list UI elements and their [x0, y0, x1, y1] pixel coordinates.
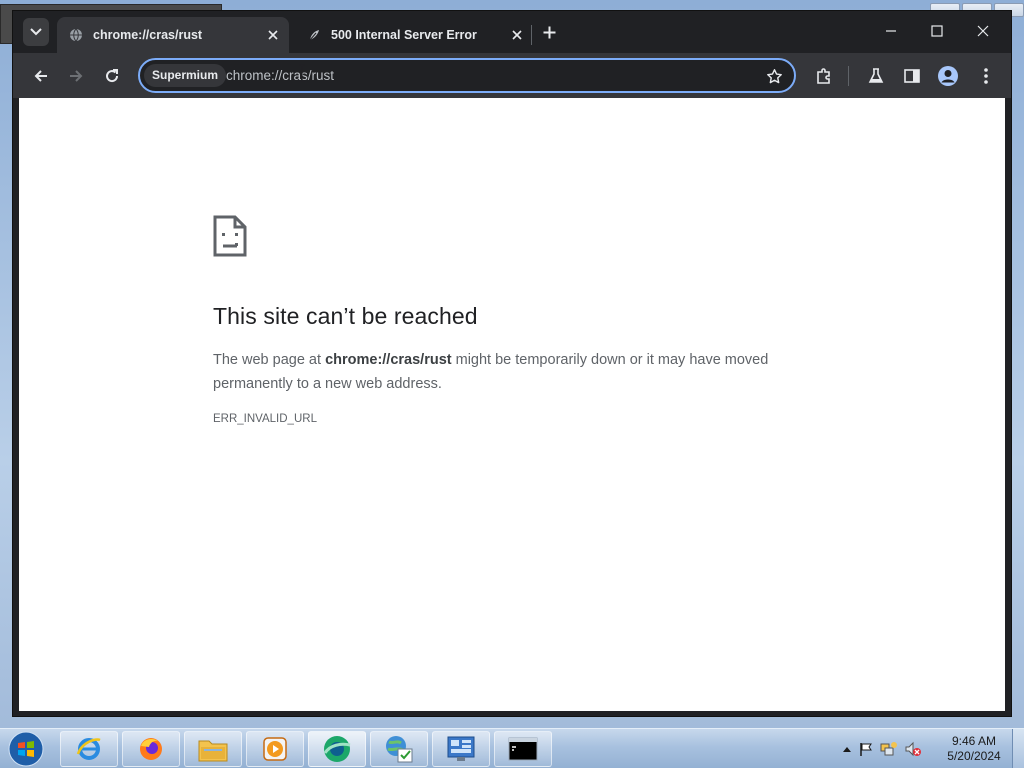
clock-time: 9:46 AM — [951, 734, 997, 748]
control-panel-icon — [447, 736, 475, 761]
bookmark-star-button[interactable] — [764, 66, 784, 86]
action-center-flag-icon[interactable] — [858, 741, 874, 757]
volume-muted-icon[interactable] — [904, 741, 922, 757]
reload-icon — [106, 69, 119, 83]
system-tray — [842, 737, 922, 761]
windows-logo-icon — [8, 731, 44, 767]
taskbar-internet-explorer[interactable] — [60, 731, 118, 767]
tab-strip: chrome://cras/rust 500 Internal Server E… — [13, 11, 1011, 53]
taskbar-control-panel[interactable] — [432, 731, 490, 767]
error-description-prefix: The web page at — [213, 352, 326, 368]
avatar-icon — [938, 66, 958, 86]
toolbar-separator — [848, 66, 849, 86]
close-icon — [268, 30, 278, 40]
tab-active[interactable]: chrome://cras/rust — [57, 17, 289, 53]
maximize-icon — [931, 25, 943, 37]
side-panel-icon — [904, 69, 920, 83]
side-panel-button[interactable] — [899, 63, 925, 89]
media-player-icon — [263, 737, 287, 761]
taskbar-file-explorer[interactable] — [184, 731, 242, 767]
address-bar[interactable]: Supermium chrome://cras/rust — [138, 58, 796, 93]
network-globe-icon — [386, 736, 413, 763]
taskbar-command-prompt[interactable] — [494, 731, 552, 767]
maximize-button[interactable] — [921, 19, 953, 43]
arrow-right-icon — [70, 70, 83, 82]
text-cursor-icon — [299, 64, 305, 82]
error-description-url: chrome://cras/rust — [325, 352, 452, 368]
error-description: The web page at chrome://cras/rust might… — [213, 348, 813, 396]
taskbar-media-player[interactable] — [246, 731, 304, 767]
puzzle-icon — [817, 68, 830, 84]
star-icon — [766, 68, 782, 83]
browser-name-chip[interactable]: Supermium — [144, 64, 227, 87]
chevron-down-icon — [30, 28, 42, 36]
tab-title: 500 Internal Server Error — [331, 28, 477, 42]
forward-button[interactable] — [63, 63, 89, 89]
close-icon — [512, 30, 522, 40]
profile-button[interactable] — [935, 63, 961, 89]
reload-button[interactable] — [99, 63, 125, 89]
taskbar-supermium[interactable] — [308, 731, 366, 767]
command-prompt-icon — [508, 737, 538, 761]
clock-date: 5/20/2024 — [947, 749, 1001, 763]
window-close-button[interactable] — [967, 19, 999, 43]
system-clock[interactable]: 9:46 AM 5/20/2024 — [938, 734, 1010, 764]
browser-toolbar: Supermium chrome://cras/rust — [13, 53, 1011, 98]
feather-icon — [307, 28, 321, 42]
tab-search-button[interactable] — [23, 18, 49, 46]
tab-title: chrome://cras/rust — [93, 28, 203, 42]
tab-inactive[interactable]: 500 Internal Server Error — [297, 17, 533, 53]
error-title: This site can’t be reached — [213, 303, 478, 329]
network-status-icon[interactable] — [880, 741, 898, 757]
file-explorer-icon — [198, 740, 228, 762]
kebab-menu-icon — [984, 68, 988, 84]
taskbar-network-task[interactable] — [370, 731, 428, 767]
new-tab-button[interactable] — [538, 21, 560, 43]
page-content: This site can’t be reached The web page … — [19, 98, 1005, 711]
sad-document-icon — [213, 215, 247, 257]
address-bar-url[interactable]: chrome://cras/rust — [226, 60, 334, 91]
close-icon — [977, 25, 989, 37]
tab-close-button[interactable] — [507, 25, 527, 45]
firefox-icon — [140, 738, 162, 760]
error-code: ERR_INVALID_URL — [213, 413, 317, 425]
globe-icon — [69, 28, 83, 42]
show-hidden-icons-icon[interactable] — [842, 745, 852, 753]
taskbar: 9:46 AM 5/20/2024 — [0, 728, 1024, 768]
tab-close-button[interactable] — [263, 25, 283, 45]
supermium-icon — [323, 736, 351, 762]
plus-icon — [543, 26, 555, 38]
menu-button[interactable] — [973, 63, 999, 89]
minimize-button[interactable] — [875, 19, 907, 43]
flask-icon — [868, 68, 884, 83]
show-desktop-button[interactable] — [1012, 729, 1024, 768]
labs-button[interactable] — [863, 63, 889, 89]
start-button[interactable] — [6, 730, 46, 768]
arrow-left-icon — [34, 70, 47, 82]
minimize-icon — [886, 30, 896, 32]
browser-window: chrome://cras/rust 500 Internal Server E… — [12, 10, 1012, 717]
internet-explorer-icon — [76, 738, 101, 760]
extensions-button[interactable] — [811, 63, 837, 89]
tab-separator — [531, 25, 532, 45]
back-button[interactable] — [28, 63, 54, 89]
taskbar-firefox[interactable] — [122, 731, 180, 767]
